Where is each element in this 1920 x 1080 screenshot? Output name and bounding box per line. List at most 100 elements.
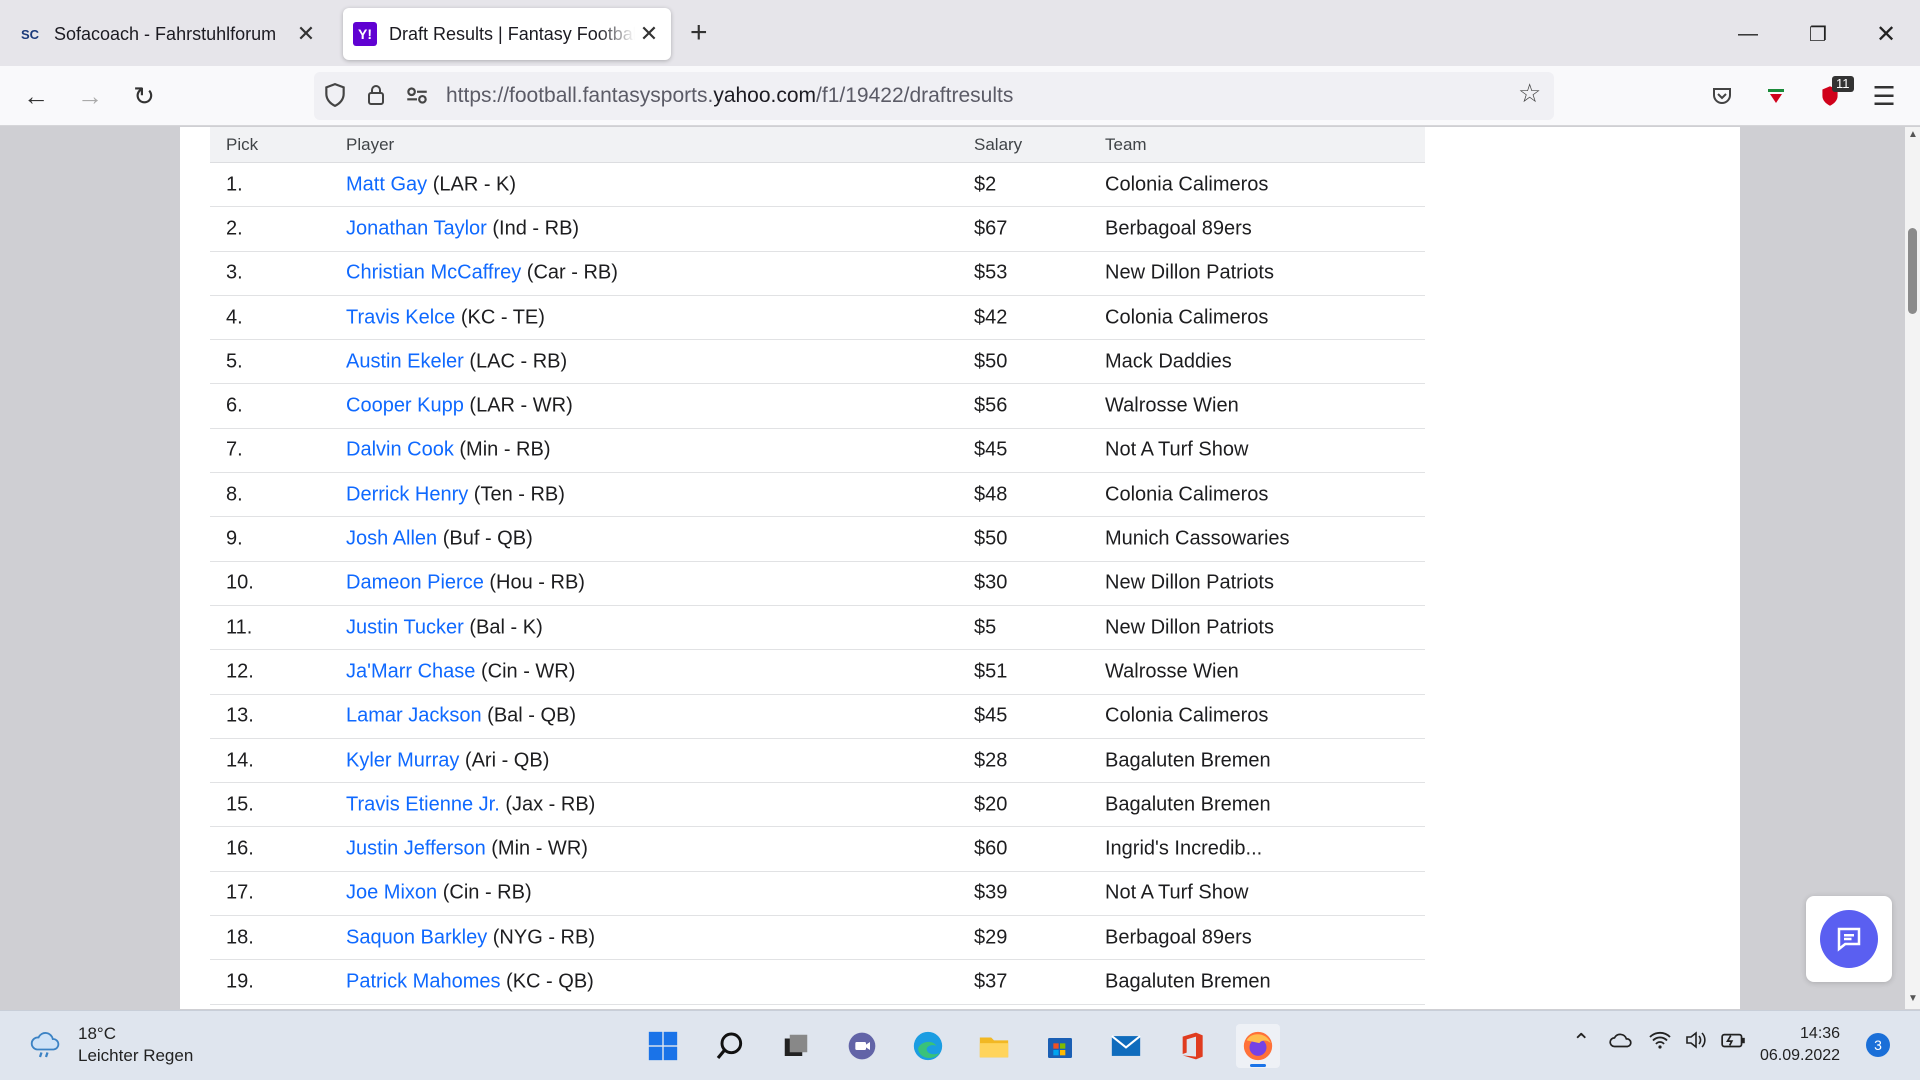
pick-number: 9. [226, 527, 243, 550]
microsoft-store-icon[interactable] [1038, 1024, 1082, 1068]
volume-icon[interactable] [1684, 1029, 1708, 1057]
table-row: 1. Matt Gay (LAR - K) $2 Colonia Calimeros [210, 163, 1425, 208]
chevron-up-icon[interactable]: ⌃ [1572, 1029, 1590, 1055]
fantasy-team: Colonia Calimeros [1105, 173, 1269, 196]
pocket-icon[interactable] [1700, 74, 1744, 118]
edge-icon[interactable] [906, 1024, 950, 1068]
bookmark-star-icon[interactable]: ☆ [1518, 78, 1541, 109]
header-salary[interactable]: Salary [974, 135, 1022, 155]
player-cell: Cooper Kupp (LAR - WR) [346, 395, 573, 418]
player-team-position: (Ind - RB) [486, 217, 580, 240]
close-icon[interactable]: ✕ [635, 20, 663, 48]
player-link[interactable]: Justin Jefferson [346, 838, 486, 860]
player-link[interactable]: Derrick Henry [346, 483, 468, 505]
clock[interactable]: 14:36 06.09.2022 [1760, 1023, 1840, 1067]
tab-sofacoach[interactable]: SC Sofacoach - Fahrstuhlforum ✕ [8, 8, 328, 60]
player-team-position: (Min - RB) [453, 438, 551, 461]
windows-start-icon[interactable] [641, 1024, 685, 1068]
player-team-position: (LAR - WR) [463, 394, 573, 417]
player-cell: Justin Tucker (Bal - K) [346, 616, 543, 639]
player-cell: Travis Kelce (KC - TE) [346, 306, 545, 329]
player-link[interactable]: Cooper Kupp [346, 395, 464, 417]
fantasy-team: Mack Daddies [1105, 350, 1232, 373]
extension-badge-icon[interactable]: 11 [1808, 74, 1854, 118]
permissions-icon[interactable] [404, 82, 430, 114]
draft-results-card: Pick Player Salary Team 1. Matt Gay (LAR … [180, 127, 1740, 1009]
firefox-taskbar-icon[interactable] [1236, 1024, 1280, 1068]
url-text[interactable]: https://football.fantasysports.yahoo.com… [446, 84, 1013, 108]
reload-icon[interactable]: ↻ [122, 74, 166, 118]
pick-number: 18. [226, 926, 254, 949]
player-team-position: (Cin - RB) [437, 881, 532, 904]
salary: $28 [974, 749, 1008, 772]
player-link[interactable]: Joe Mixon [346, 882, 437, 904]
forward-icon[interactable]: → [68, 74, 112, 118]
table-row: 17. Joe Mixon (Cin - RB) $39 Not A Turf Sho… [210, 872, 1425, 917]
header-player[interactable]: Player [346, 135, 394, 155]
player-link[interactable]: Jonathan Taylor [346, 217, 487, 239]
player-link[interactable]: Ja'Marr Chase [346, 660, 475, 682]
salary: $37 [974, 970, 1008, 993]
player-link[interactable]: Patrick Mahomes [346, 971, 501, 993]
table-row: 19. Patrick Mahomes (KC - QB) $37 Bagaluten… [210, 960, 1425, 1005]
file-explorer-icon[interactable] [972, 1024, 1016, 1068]
task-view-icon[interactable] [774, 1024, 818, 1068]
salary: $45 [974, 438, 1008, 461]
shield-icon[interactable] [322, 82, 348, 114]
chat-icon [1837, 927, 1861, 952]
player-link[interactable]: Travis Etienne Jr. [346, 793, 500, 815]
player-cell: Kyler Murray (Ari - QB) [346, 749, 549, 772]
onedrive-cloud-icon[interactable] [1608, 1029, 1634, 1057]
chat-button[interactable] [1820, 910, 1878, 968]
teams-chat-icon[interactable] [840, 1024, 884, 1068]
notification-badge[interactable]: 3 [1866, 1033, 1890, 1057]
player-link[interactable]: Saquon Barkley [346, 926, 487, 948]
player-link[interactable]: Dalvin Cook [346, 439, 454, 461]
player-team-position: (Ari - QB) [459, 749, 550, 772]
player-link[interactable]: Travis Kelce [346, 306, 455, 328]
office-icon[interactable] [1170, 1024, 1214, 1068]
header-pick[interactable]: Pick [226, 135, 258, 155]
wifi-icon[interactable] [1648, 1029, 1672, 1057]
restore-icon[interactable]: ❐ [1798, 14, 1838, 54]
player-cell: Dalvin Cook (Min - RB) [346, 439, 551, 462]
scrollbar-thumb[interactable] [1908, 228, 1917, 314]
player-link[interactable]: Dameon Pierce [346, 572, 484, 594]
player-link[interactable]: Josh Allen [346, 528, 437, 550]
fantasy-team: Not A Turf Show [1105, 438, 1249, 461]
player-link[interactable]: Christian McCaffrey [346, 262, 521, 284]
address-bar[interactable]: https://football.fantasysports.yahoo.com… [314, 72, 1554, 120]
player-link[interactable]: Lamar Jackson [346, 705, 482, 727]
player-link[interactable]: Matt Gay [346, 173, 427, 195]
battery-icon[interactable] [1720, 1029, 1748, 1057]
fantasy-team: Walrosse Wien [1105, 394, 1239, 417]
mail-icon[interactable] [1104, 1024, 1148, 1068]
table-row: 7. Dalvin Cook (Min - RB) $45 Not A Turf Sh… [210, 429, 1425, 474]
player-link[interactable]: Kyler Murray [346, 749, 459, 771]
extension-red-icon[interactable] [1754, 74, 1798, 118]
close-icon[interactable]: ✕ [292, 20, 320, 48]
chat-widget[interactable] [1806, 896, 1892, 982]
player-team-position: (KC - TE) [455, 306, 545, 329]
back-icon[interactable]: ← [14, 74, 58, 118]
fantasy-team: Not A Turf Show [1105, 881, 1249, 904]
new-tab-button[interactable]: + [690, 18, 708, 48]
player-link[interactable]: Justin Tucker [346, 616, 464, 638]
player-team-position: (NYG - RB) [487, 926, 595, 949]
pick-number: 13. [226, 704, 254, 727]
scroll-down-icon[interactable]: ▼ [1908, 993, 1918, 1004]
tab-draft-results[interactable]: Y! Draft Results | Fantasy Football ✕ [343, 8, 671, 60]
scroll-up-icon[interactable]: ▲ [1908, 129, 1918, 140]
pick-number: 5. [226, 350, 243, 373]
search-icon[interactable] [708, 1024, 752, 1068]
window-close-icon[interactable]: ✕ [1866, 14, 1906, 54]
header-team[interactable]: Team [1105, 135, 1147, 155]
menu-icon[interactable]: ☰ [1862, 74, 1906, 118]
player-link[interactable]: Austin Ekeler [346, 350, 464, 372]
minimize-icon[interactable]: — [1728, 14, 1768, 54]
weather-widget[interactable]: 18°C Leichter Regen [28, 1023, 193, 1067]
fantasy-team: Bagaluten Bremen [1105, 970, 1271, 993]
pick-number: 6. [226, 394, 243, 417]
player-team-position: (Buf - QB) [437, 527, 533, 550]
lock-icon[interactable] [364, 82, 388, 114]
